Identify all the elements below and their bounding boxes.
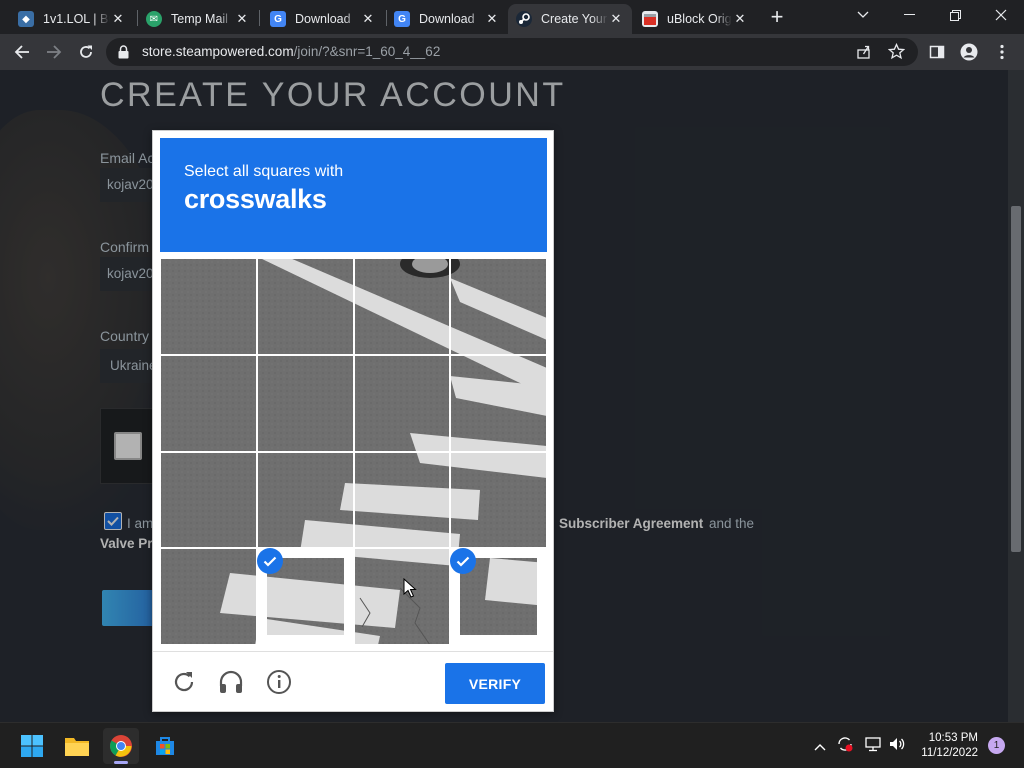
audio-challenge-icon[interactable] bbox=[218, 669, 244, 695]
microsoft-store-icon[interactable] bbox=[147, 728, 183, 764]
tab-search-icon[interactable] bbox=[840, 0, 886, 30]
close-tab-icon[interactable]: ✕ bbox=[110, 11, 126, 27]
start-button[interactable] bbox=[14, 728, 50, 764]
tab-1v1lol[interactable]: ◆ 1v1.LOL | Bu ✕ bbox=[10, 4, 134, 34]
windows-taskbar: 10:53 PM 11/12/2022 1 bbox=[0, 722, 1024, 768]
close-tab-icon[interactable]: ✕ bbox=[360, 11, 376, 27]
challenge-header: Select all squares with crosswalks bbox=[160, 138, 547, 252]
clock[interactable]: 10:53 PM 11/12/2022 bbox=[918, 731, 978, 761]
store-icon bbox=[642, 11, 658, 27]
url-text: store.steampowered.com/join/?&snr=1_60_4… bbox=[142, 44, 440, 59]
challenge-instruction: Select all squares with bbox=[184, 163, 344, 180]
active-app-indicator bbox=[114, 761, 128, 764]
tempmail-icon: ✉ bbox=[146, 11, 162, 27]
tab-title: Download bbox=[295, 12, 351, 26]
game-icon: ◆ bbox=[18, 11, 34, 27]
image-tile[interactable] bbox=[450, 258, 547, 355]
new-tab-button[interactable]: + bbox=[765, 6, 789, 29]
image-tile[interactable] bbox=[353, 451, 451, 549]
close-tab-icon[interactable]: ✕ bbox=[608, 11, 624, 27]
tab-title: Temp Mail bbox=[171, 12, 228, 26]
verify-button[interactable]: VERIFY bbox=[445, 663, 545, 704]
back-button[interactable] bbox=[10, 40, 34, 64]
google-docs-icon: G bbox=[394, 11, 410, 27]
restore-button[interactable] bbox=[932, 0, 978, 30]
url-path: /join/?&snr=1_60_4__62 bbox=[293, 44, 441, 59]
sync-icon[interactable] bbox=[836, 735, 854, 758]
address-bar[interactable]: store.steampowered.com/join/?&snr=1_60_4… bbox=[106, 38, 918, 66]
file-explorer-icon[interactable] bbox=[59, 728, 95, 764]
reload-challenge-icon[interactable] bbox=[171, 669, 197, 695]
image-tile[interactable] bbox=[256, 258, 354, 355]
tab-download-1[interactable]: G Download ✕ bbox=[262, 4, 384, 34]
browser-toolbar: store.steampowered.com/join/?&snr=1_60_4… bbox=[0, 34, 1024, 70]
tab-title: 1v1.LOL | Bu bbox=[43, 12, 110, 26]
image-tile[interactable] bbox=[160, 354, 257, 452]
steam-icon bbox=[516, 11, 532, 27]
volume-icon[interactable] bbox=[888, 735, 906, 758]
reload-button[interactable] bbox=[74, 40, 98, 64]
image-tile[interactable] bbox=[256, 354, 354, 452]
close-tab-icon[interactable]: ✕ bbox=[732, 11, 748, 27]
image-tile[interactable] bbox=[450, 548, 547, 645]
image-tile[interactable] bbox=[256, 548, 354, 645]
close-window-button[interactable] bbox=[978, 0, 1024, 30]
google-docs-icon: G bbox=[270, 11, 286, 27]
forward-button[interactable] bbox=[42, 40, 66, 64]
minimize-button[interactable] bbox=[886, 0, 932, 30]
challenge-footer: VERIFY bbox=[153, 651, 553, 711]
image-tile[interactable] bbox=[160, 451, 257, 549]
share-icon[interactable] bbox=[856, 44, 872, 65]
image-tile[interactable] bbox=[450, 354, 547, 452]
image-tile[interactable] bbox=[256, 451, 354, 549]
image-tile[interactable] bbox=[353, 258, 451, 355]
challenge-target: crosswalks bbox=[184, 184, 327, 214]
profile-icon[interactable] bbox=[957, 40, 981, 64]
tab-title: Create Your bbox=[541, 12, 608, 26]
tile-selected-check-icon bbox=[256, 548, 283, 575]
clock-time: 10:53 PM bbox=[928, 732, 978, 744]
scrollbar[interactable] bbox=[1008, 70, 1024, 722]
close-tab-icon[interactable]: ✕ bbox=[484, 11, 500, 27]
recaptcha-challenge: Select all squares with crosswalks VERIF… bbox=[152, 130, 554, 712]
network-icon[interactable] bbox=[864, 735, 882, 758]
chevron-up-icon[interactable] bbox=[814, 738, 826, 756]
image-tile[interactable] bbox=[353, 548, 451, 645]
menu-icon[interactable] bbox=[990, 40, 1014, 64]
chrome-taskbar-icon[interactable] bbox=[103, 728, 139, 764]
clock-date: 11/12/2022 bbox=[921, 747, 978, 759]
image-tile[interactable] bbox=[353, 354, 451, 452]
image-tile[interactable] bbox=[450, 451, 547, 549]
image-tile[interactable] bbox=[160, 548, 257, 645]
image-grid bbox=[160, 258, 547, 645]
tab-download-2[interactable]: G Download ✕ bbox=[386, 4, 508, 34]
tab-create-account[interactable]: Create Your ✕ bbox=[508, 4, 632, 34]
image-tile[interactable] bbox=[160, 258, 257, 355]
side-panel-icon[interactable] bbox=[925, 40, 949, 64]
close-tab-icon[interactable]: ✕ bbox=[234, 11, 250, 27]
tab-ublock[interactable]: uBlock Orig ✕ bbox=[634, 4, 756, 34]
tab-temp-mail[interactable]: ✉ Temp Mail ✕ bbox=[138, 4, 258, 34]
tile-selected-check-icon bbox=[450, 548, 477, 575]
bookmark-star-icon[interactable] bbox=[887, 42, 906, 65]
lock-icon[interactable] bbox=[118, 45, 129, 64]
info-icon[interactable] bbox=[266, 669, 292, 695]
url-host: store.steampowered.com bbox=[142, 44, 294, 59]
notification-badge[interactable]: 1 bbox=[988, 737, 1005, 754]
tab-strip: ◆ 1v1.LOL | Bu ✕ ✉ Temp Mail ✕ G Downloa… bbox=[0, 0, 1024, 34]
tab-title: uBlock Orig bbox=[667, 12, 732, 26]
tab-title: Download bbox=[419, 12, 475, 26]
scrollbar-thumb[interactable] bbox=[1011, 206, 1021, 552]
